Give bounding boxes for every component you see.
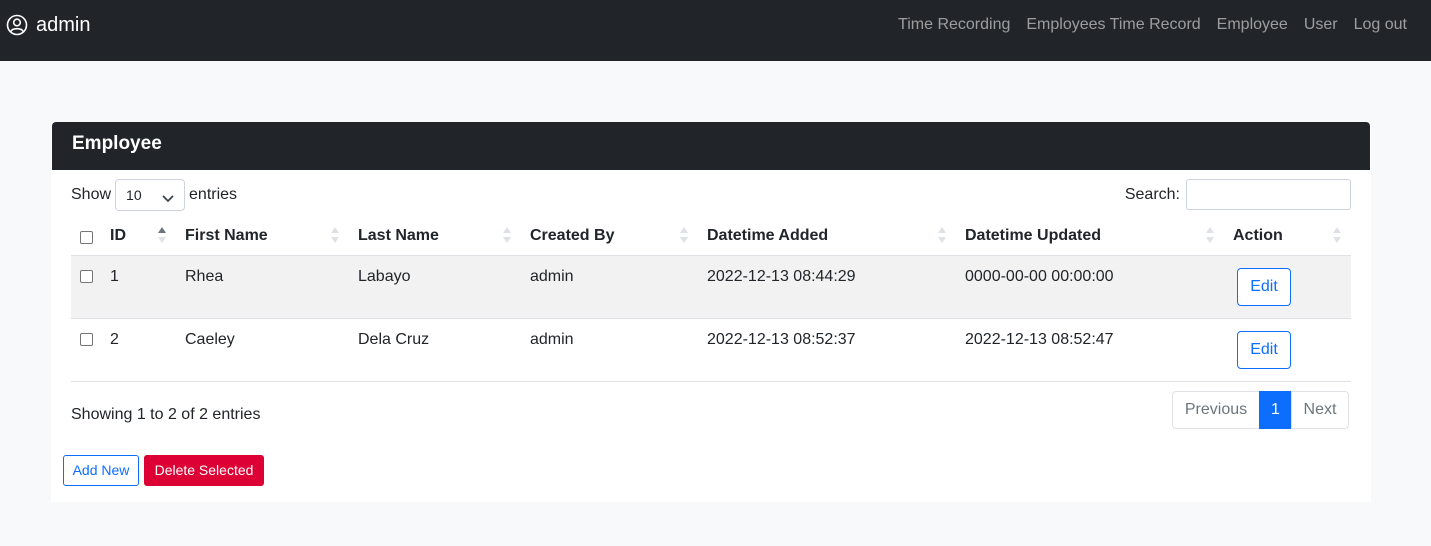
employee-card: Employee Show 10 entries Search: ID Firs… — [51, 122, 1371, 502]
pagination: Previous 1 Next — [1172, 391, 1349, 429]
cell-last-name: Dela Cruz — [358, 331, 430, 348]
page-size-value: 10 — [126, 187, 142, 203]
header-created-by[interactable]: Created By — [530, 220, 614, 256]
page-size-select[interactable]: 10 — [115, 179, 186, 211]
header-last-name[interactable]: Last Name — [358, 220, 439, 256]
page-1-button[interactable]: 1 — [1259, 391, 1292, 429]
entries-label: entries — [189, 186, 238, 203]
search-input[interactable] — [1186, 179, 1351, 210]
header-action[interactable]: Action — [1233, 220, 1283, 256]
nav-user[interactable]: User — [1304, 15, 1338, 35]
cell-first-name: Rhea — [185, 268, 224, 285]
nav-employee[interactable]: Employee — [1217, 15, 1288, 35]
row-checkbox[interactable] — [80, 333, 93, 346]
table-header: ID First Name Last Name Created By Datet… — [71, 220, 1351, 256]
sort-icon[interactable] — [680, 226, 688, 244]
previous-page-button[interactable]: Previous — [1172, 391, 1260, 429]
sort-icon[interactable] — [331, 226, 339, 244]
nav-log-out[interactable]: Log out — [1354, 15, 1407, 35]
select-all-checkbox[interactable] — [80, 231, 93, 244]
edit-button[interactable]: Edit — [1237, 268, 1291, 306]
brand[interactable]: admin — [6, 13, 90, 37]
show-label: Show — [71, 186, 112, 203]
user-circle-icon — [6, 14, 28, 36]
next-page-button[interactable]: Next — [1291, 391, 1349, 429]
cell-datetime-updated: 2022-12-13 08:52:47 — [965, 331, 1114, 348]
cell-datetime-added: 2022-12-13 08:44:29 — [707, 268, 856, 285]
top-navbar: admin Time Recording Employees Time Reco… — [0, 0, 1431, 61]
show-entries: Show 10 entries — [71, 179, 237, 211]
cell-id: 1 — [110, 268, 119, 285]
employee-table: ID First Name Last Name Created By Datet… — [71, 220, 1351, 382]
search-label: Search: — [1124, 185, 1180, 203]
card-header: Employee — [52, 122, 1370, 170]
cell-created-by: admin — [530, 268, 574, 285]
cell-datetime-updated: 0000-00-00 00:00:00 — [965, 268, 1114, 285]
cell-first-name: Caeley — [185, 331, 235, 348]
entries-info: Showing 1 to 2 of 2 entries — [71, 406, 261, 423]
chevron-down-icon — [162, 190, 174, 203]
sort-icon[interactable] — [503, 226, 511, 244]
header-first-name[interactable]: First Name — [185, 220, 268, 256]
cell-datetime-added: 2022-12-13 08:52:37 — [707, 331, 856, 348]
delete-selected-button[interactable]: Delete Selected — [144, 455, 264, 486]
sort-icon[interactable] — [938, 226, 946, 244]
header-datetime-updated[interactable]: Datetime Updated — [965, 220, 1101, 256]
header-id[interactable]: ID — [110, 220, 126, 256]
search-area: Search: — [1125, 179, 1351, 210]
add-new-button[interactable]: Add New — [63, 455, 139, 486]
edit-button[interactable]: Edit — [1237, 331, 1291, 369]
header-datetime-added[interactable]: Datetime Added — [707, 220, 828, 256]
sort-asc-icon[interactable] — [158, 226, 166, 244]
row-checkbox[interactable] — [80, 270, 93, 283]
sort-icon[interactable] — [1206, 226, 1214, 244]
nav-employees-time-record[interactable]: Employees Time Record — [1026, 15, 1200, 35]
table-row: 1 Rhea Labayo admin 2022-12-13 08:44:29 … — [71, 256, 1351, 319]
cell-id: 2 — [110, 331, 119, 348]
cell-last-name: Labayo — [358, 268, 411, 285]
nav-links: Time Recording Employees Time Record Emp… — [882, 15, 1407, 35]
nav-time-recording[interactable]: Time Recording — [898, 15, 1010, 35]
cell-created-by: admin — [530, 331, 574, 348]
card-title: Employee — [72, 133, 162, 154]
brand-name: admin — [36, 14, 91, 36]
sort-icon[interactable] — [1333, 226, 1341, 244]
table-row: 2 Caeley Dela Cruz admin 2022-12-13 08:5… — [71, 319, 1351, 382]
